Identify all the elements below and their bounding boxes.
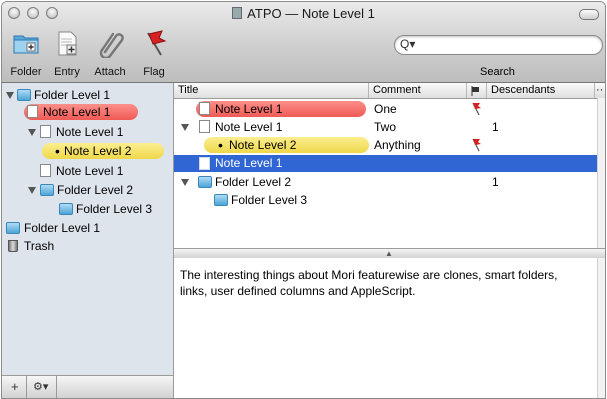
- disclosure-triangle-icon[interactable]: [6, 92, 14, 99]
- bullet-icon: •: [55, 143, 60, 159]
- sidebar-item-label: Note Level 1: [56, 164, 124, 178]
- outline-scrollbar[interactable]: [597, 98, 605, 248]
- flag-icon: [147, 30, 167, 56]
- divider: [26, 376, 27, 398]
- flag-icon[interactable]: [470, 138, 482, 152]
- folder-icon: [40, 184, 54, 196]
- entry-button[interactable]: Entry: [48, 28, 86, 78]
- sidebar-item-label: Folder Level 1: [24, 221, 101, 235]
- search-label: Search: [480, 66, 515, 78]
- sidebar-item-label: Trash: [24, 239, 55, 253]
- sidebar-item-label: Note Level 1: [43, 105, 111, 119]
- outline-view: Title Comment Descendants ·· Note Level …: [174, 83, 605, 248]
- entry-button-label: Entry: [54, 66, 80, 78]
- note-icon: [40, 164, 51, 177]
- sidebar-item-label: Note Level 2: [64, 144, 132, 158]
- sidebar-item-label: Folder Level 1: [34, 88, 111, 102]
- row-comment: Two: [374, 120, 397, 134]
- outline-row[interactable]: Note Level 1 Two 1: [174, 119, 598, 135]
- add-button[interactable]: +: [11, 379, 19, 394]
- flag-column-icon: [471, 86, 479, 96]
- row-descendants: 1: [492, 175, 499, 189]
- paperclip-icon: [99, 32, 124, 60]
- attach-button[interactable]: Attach: [88, 28, 132, 78]
- sidebar-item[interactable]: Folder Level 3: [2, 201, 172, 217]
- sidebar-item[interactable]: Note Level 1: [2, 163, 172, 179]
- search-field[interactable]: Q▾: [394, 35, 603, 55]
- sidebar: Folder Level 1 Note Level 1 Note Level 1…: [2, 83, 174, 398]
- folder-icon: [198, 176, 212, 188]
- row-title: Folder Level 2: [215, 175, 292, 189]
- row-title: Note Level 2: [229, 138, 297, 152]
- editor-scrollbar[interactable]: [597, 258, 605, 398]
- divider: [56, 376, 57, 398]
- flag-button-label: Flag: [143, 66, 165, 78]
- column-flag[interactable]: [467, 83, 487, 98]
- note-icon: [27, 105, 38, 118]
- app-window: ATPO — Note Level 1 Folder Entry Attach …: [1, 1, 606, 399]
- sidebar-item[interactable]: Note Level 1: [2, 124, 172, 140]
- window-title-text: ATPO — Note Level 1: [247, 6, 375, 21]
- row-descendants: 1: [492, 120, 499, 134]
- sidebar-item[interactable]: Trash: [2, 238, 172, 254]
- document-icon: [232, 7, 243, 19]
- outline-row[interactable]: • Note Level 2 Anything: [174, 137, 598, 153]
- flag-icon[interactable]: [470, 102, 482, 116]
- new-folder-icon: [13, 35, 39, 54]
- folder-icon: [6, 222, 20, 234]
- sidebar-item-label: Note Level 1: [56, 125, 124, 139]
- toolbar: ATPO — Note Level 1 Folder Entry Attach …: [2, 2, 605, 83]
- folder-icon: [214, 194, 228, 206]
- folder-button-label: Folder: [10, 66, 42, 78]
- note-text[interactable]: The interesting things about Mori featur…: [180, 267, 580, 299]
- new-entry-icon: [58, 31, 77, 56]
- sidebar-footer: + ⚙▾: [2, 375, 173, 398]
- row-comment: Anything: [374, 138, 421, 152]
- row-title: Note Level 1: [215, 156, 283, 170]
- folder-icon: [59, 203, 73, 215]
- attach-button-label: Attach: [94, 66, 126, 78]
- note-editor[interactable]: The interesting things about Mori featur…: [174, 258, 605, 398]
- sidebar-item-label: Folder Level 2: [57, 183, 134, 197]
- row-comment: One: [374, 102, 397, 116]
- outline-row[interactable]: Note Level 1 One: [174, 101, 598, 117]
- window-title: ATPO — Note Level 1: [2, 6, 605, 21]
- column-header: Title Comment Descendants ··: [174, 83, 605, 99]
- column-options-icon[interactable]: ··: [595, 83, 605, 98]
- column-title[interactable]: Title: [174, 83, 369, 98]
- note-icon: [40, 125, 51, 138]
- flag-button[interactable]: Flag: [136, 28, 172, 78]
- row-title: Note Level 1: [215, 120, 283, 134]
- column-descendants[interactable]: Descendants: [487, 83, 595, 98]
- disclosure-triangle-icon[interactable]: [181, 179, 189, 186]
- outline-row[interactable]: Folder Level 2 1: [174, 174, 598, 190]
- sidebar-item-label: Folder Level 3: [76, 202, 153, 216]
- row-title: Folder Level 3: [231, 193, 308, 207]
- note-icon: [199, 102, 210, 115]
- sidebar-item[interactable]: Folder Level 1: [2, 87, 172, 103]
- column-comment[interactable]: Comment: [369, 83, 467, 98]
- sidebar-item[interactable]: Folder Level 2: [2, 182, 172, 198]
- disclosure-triangle-icon[interactable]: [28, 187, 36, 194]
- sidebar-item[interactable]: Note Level 1: [24, 104, 138, 120]
- action-menu-button[interactable]: ⚙▾: [33, 380, 48, 393]
- outline-row[interactable]: Folder Level 3: [174, 192, 598, 208]
- note-icon: [199, 157, 210, 170]
- folder-icon: [17, 89, 31, 101]
- toolbar-toggle-button[interactable]: [579, 9, 599, 20]
- search-icon: Q▾: [400, 37, 416, 51]
- sidebar-item[interactable]: • Note Level 2: [42, 143, 164, 159]
- collapse-arrow-icon[interactable]: ▲: [385, 249, 393, 258]
- note-icon: [199, 120, 210, 133]
- bullet-icon: •: [218, 137, 223, 153]
- row-title: Note Level 1: [215, 102, 283, 116]
- sidebar-item[interactable]: Folder Level 1: [2, 220, 172, 236]
- disclosure-triangle-icon[interactable]: [181, 124, 189, 131]
- disclosure-triangle-icon[interactable]: [28, 129, 36, 136]
- folder-button[interactable]: Folder: [6, 28, 46, 78]
- outline-row-selected[interactable]: Note Level 1: [174, 155, 598, 172]
- trash-icon: [8, 240, 18, 252]
